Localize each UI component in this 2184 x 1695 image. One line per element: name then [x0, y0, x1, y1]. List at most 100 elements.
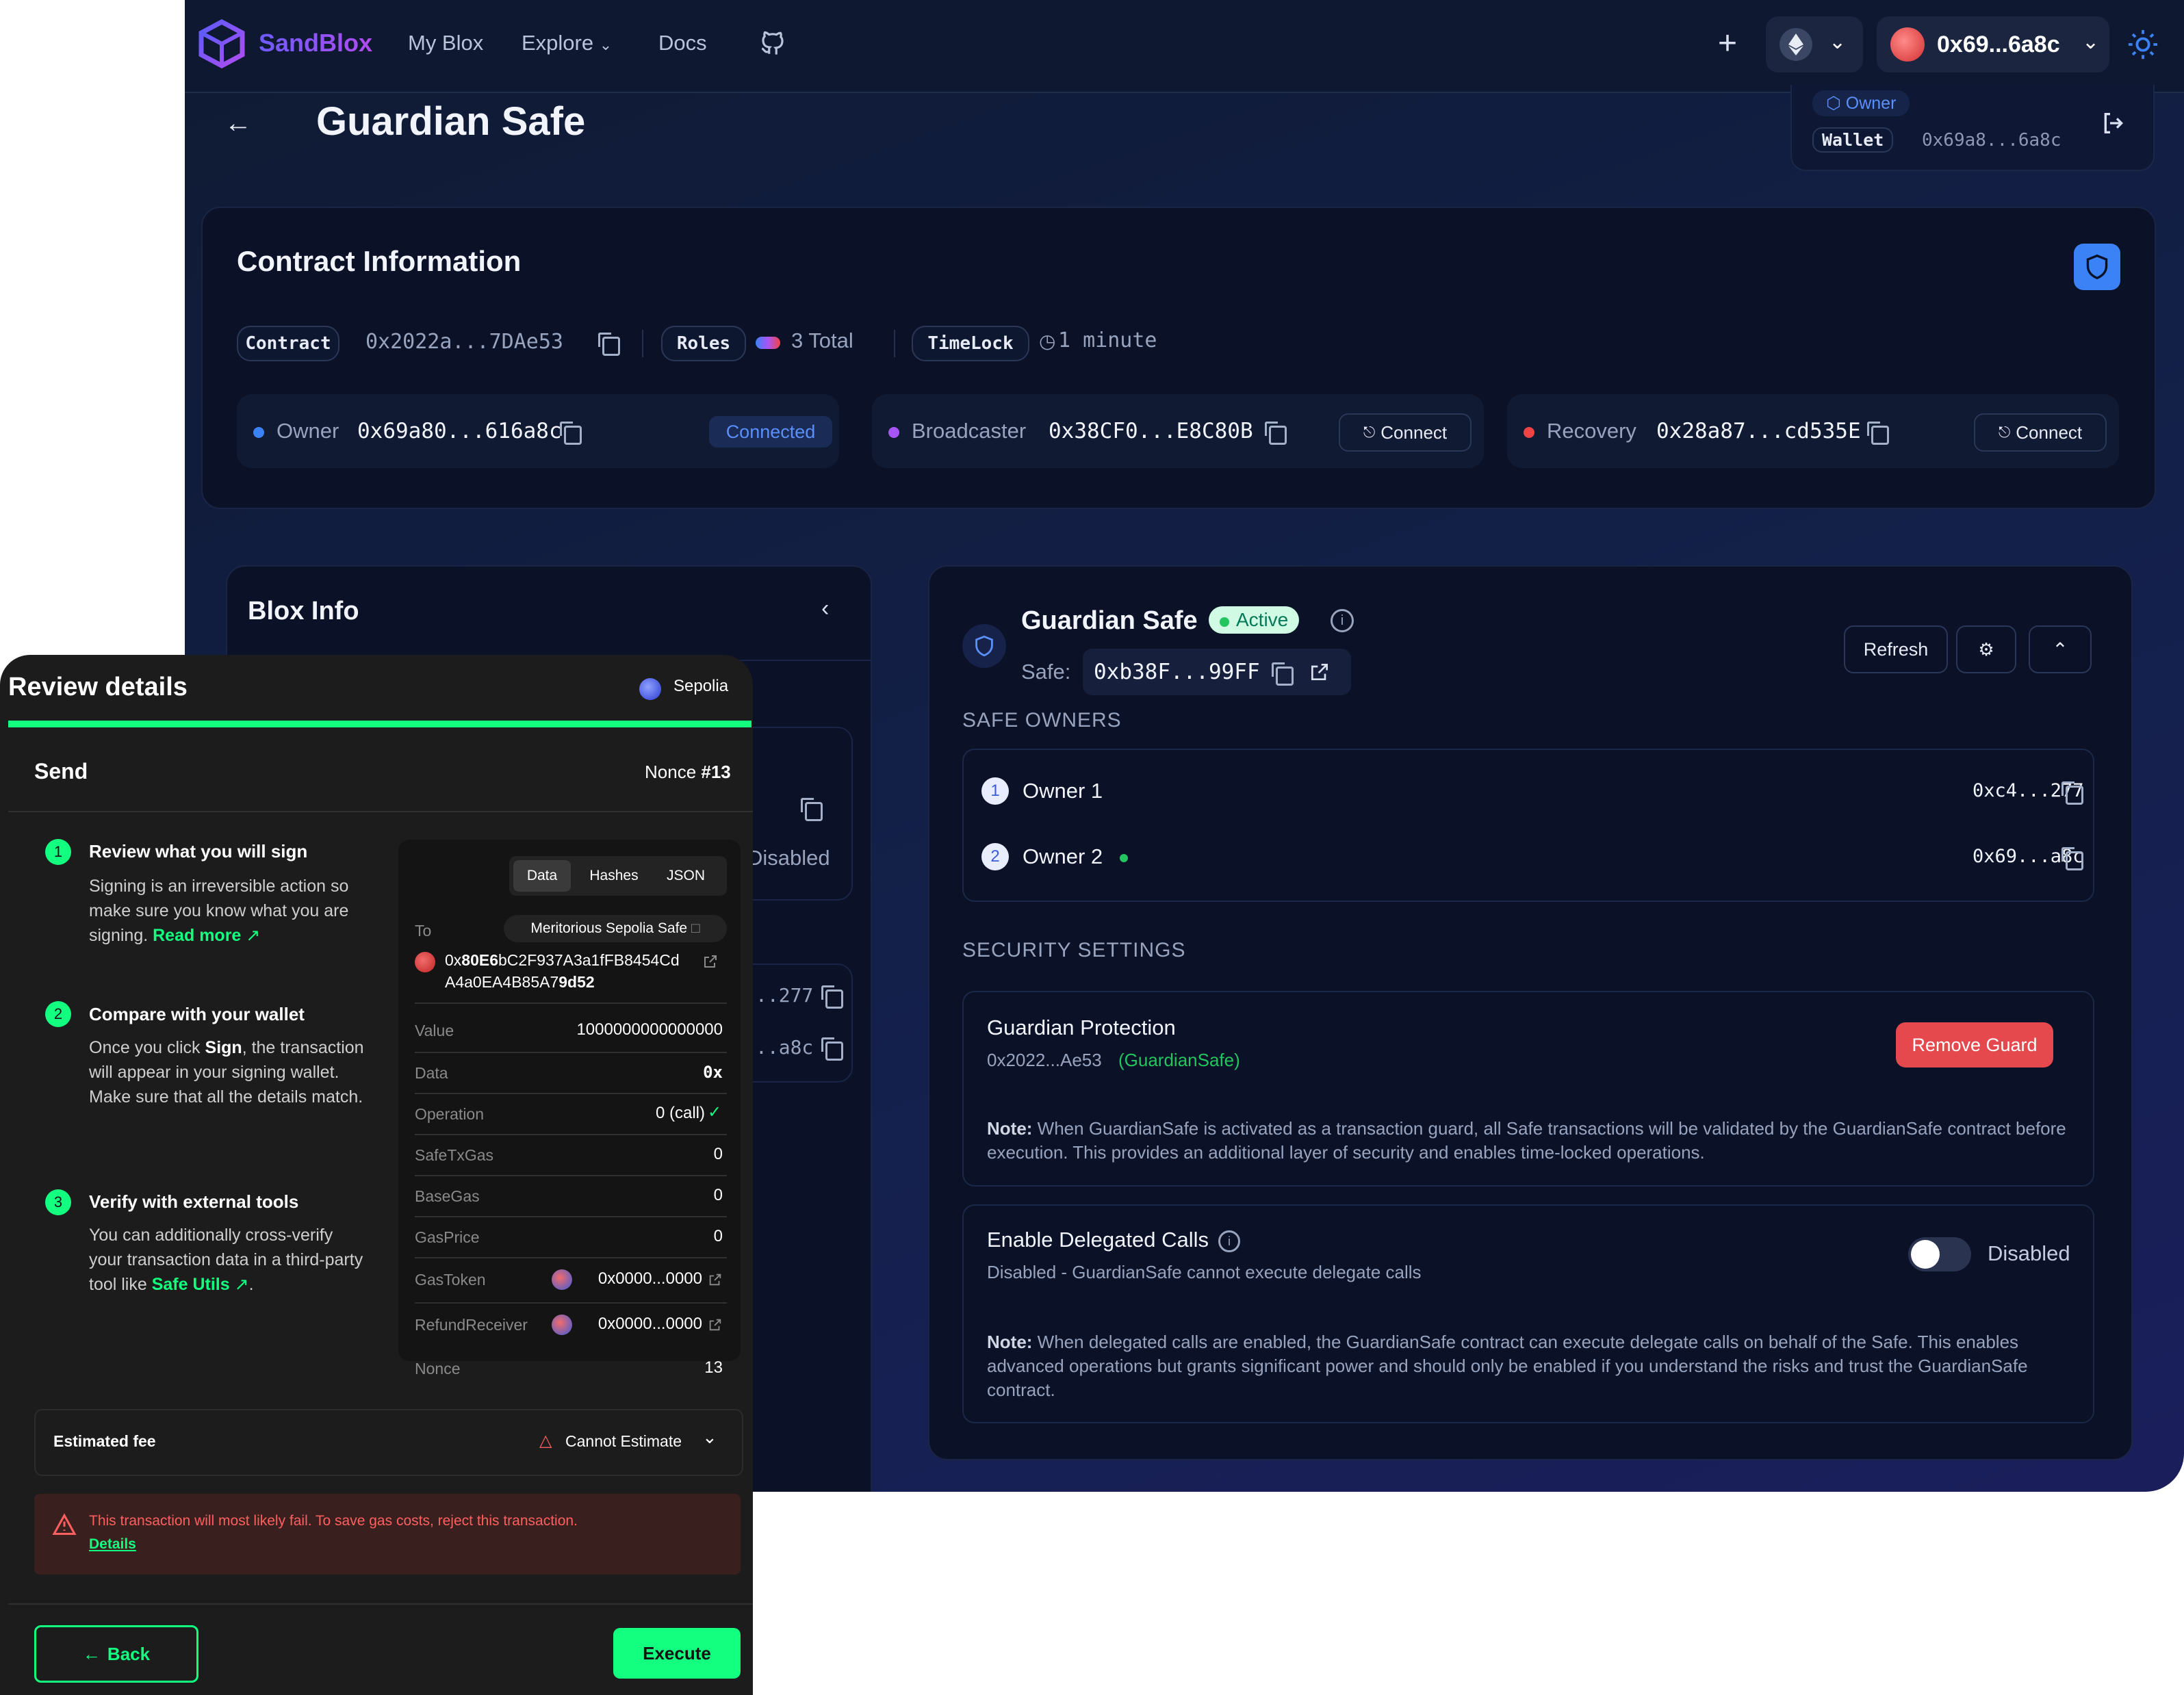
collapse-chevron-icon[interactable]: ‹	[821, 595, 829, 622]
data-tabs: Data Hashes JSON	[509, 856, 727, 896]
wallet-address: 0x69a8...6a8c	[1922, 130, 2061, 151]
warning-details-link[interactable]: Details	[89, 1536, 136, 1553]
collapse-button[interactable]: ⌃	[2029, 625, 2092, 673]
external-link-icon: ↗	[234, 1275, 249, 1294]
tx-row-label: Nonce	[415, 1360, 461, 1377]
tab-hashes[interactable]: Hashes	[582, 860, 646, 892]
copy-icon[interactable]	[1265, 422, 1287, 445]
role-badge: ⬡ Owner	[1812, 90, 1910, 116]
status-dot	[888, 427, 899, 438]
safe-label: Safe:	[1021, 660, 1071, 684]
copy-icon[interactable]	[1867, 422, 1889, 445]
remove-guard-button[interactable]: Remove Guard	[1896, 1022, 2053, 1068]
step-number: 1	[45, 839, 71, 865]
account-menu-button[interactable]: 0x69...6a8c ⌄	[1877, 16, 2109, 73]
nav-explore-label: Explore	[522, 31, 594, 55]
info-icon[interactable]: i	[1331, 609, 1354, 632]
role-address: 0x28a87...cd535E	[1656, 419, 1861, 443]
add-icon[interactable]: +	[1718, 25, 1737, 63]
sandblox-logo-icon[interactable]	[197, 19, 246, 68]
copy-icon[interactable]	[560, 422, 582, 445]
copy-icon[interactable]	[1272, 662, 1294, 686]
tx-row-value: 0 (call)	[655, 1104, 705, 1122]
tab-json[interactable]: JSON	[654, 860, 717, 892]
brand-name[interactable]: SandBlox	[259, 29, 372, 57]
copy-icon[interactable]	[821, 1037, 843, 1061]
review-details-modal: Review details Sepolia Send Nonce #13 1 …	[0, 655, 753, 1695]
theme-sun-icon[interactable]	[2127, 29, 2159, 60]
delegated-calls-toggle[interactable]	[1908, 1237, 1971, 1271]
warning-icon: △	[539, 1432, 552, 1450]
copy-icon[interactable]	[2061, 847, 2083, 870]
warning-text: This transaction will most likely fail. …	[89, 1513, 578, 1529]
copy-icon[interactable]	[2061, 781, 2083, 805]
contract-address: 0x2022a...7DAe53	[365, 330, 563, 354]
back-button[interactable]: ← Back	[34, 1625, 198, 1683]
connect-button[interactable]: ⎋ Connect	[1974, 413, 2107, 452]
chevron-down-icon: ⌄	[599, 36, 613, 53]
divider	[642, 330, 643, 357]
delegated-note: Note: When delegated calls are enabled, …	[987, 1330, 2068, 1402]
read-more-link[interactable]: Read more	[153, 926, 241, 945]
copy-icon[interactable]	[821, 985, 843, 1009]
copy-icon[interactable]	[801, 798, 823, 821]
roles-label: Roles	[661, 326, 746, 361]
toggle-state-label: Disabled	[1988, 1241, 2070, 1265]
note-label: Note:	[987, 1332, 1033, 1352]
external-link-icon[interactable]	[708, 1317, 723, 1332]
external-link-icon[interactable]	[708, 1272, 723, 1287]
tab-data[interactable]: Data	[513, 860, 571, 892]
shield-button[interactable]	[2074, 244, 2120, 290]
divider	[415, 1093, 727, 1094]
step-body-bold: Sign	[205, 1038, 242, 1057]
status-dot	[253, 427, 264, 438]
blox-info-title: Blox Info	[248, 597, 359, 625]
step-title: Compare with your wallet	[89, 1004, 305, 1024]
back-arrow-icon[interactable]: ←	[224, 108, 252, 139]
divider	[415, 1175, 727, 1176]
settings-sliders-button[interactable]: ⚙	[1956, 625, 2016, 673]
guardian-safe-title: Guardian Safe	[1021, 606, 1198, 635]
tx-row-label: GasPrice	[415, 1228, 480, 1246]
delegated-calls-title: Enable Delegated Calls	[987, 1228, 1209, 1252]
external-link-icon[interactable]	[702, 953, 719, 970]
tx-row-value: 0	[713, 1227, 723, 1245]
role-address: 0x38CF0...E8C80B	[1049, 419, 1253, 443]
github-icon[interactable]	[758, 29, 787, 57]
link-icon: ⎋	[1363, 424, 1376, 441]
address-part: 0x	[445, 951, 462, 969]
chevron-down-icon: ⌄	[702, 1427, 717, 1447]
partial-owner-address: ..a8c	[756, 1036, 814, 1059]
safe-address-box: 0xb38F...99FF	[1083, 649, 1351, 695]
progress-track	[8, 721, 751, 727]
step-body: Signing is an irreversible action so mak…	[89, 874, 370, 948]
connected-dot	[1120, 854, 1128, 862]
network-selector[interactable]: ⌄	[1766, 16, 1863, 73]
nav-docs[interactable]: Docs	[658, 31, 707, 55]
delegated-calls-subtitle: Disabled - GuardianSafe cannot execute d…	[987, 1262, 1422, 1282]
estimated-fee-row[interactable]: Estimated fee △ Cannot Estimate ⌄	[34, 1409, 743, 1476]
nav-my-blox[interactable]: My Blox	[408, 31, 483, 55]
role-name: Owner	[277, 419, 339, 443]
nav-explore[interactable]: Explore ⌄	[522, 31, 612, 55]
guardian-protection-card: Guardian Protection 0x2022...Ae53 (Guard…	[962, 991, 2094, 1187]
safe-address: 0xb38F...99FF	[1094, 660, 1260, 684]
shield-icon	[975, 635, 993, 657]
refresh-button[interactable]: Refresh	[1844, 625, 1948, 673]
ethereum-diamond-icon	[1788, 34, 1803, 55]
guardian-note: Note: When GuardianSafe is activated as …	[987, 1117, 2068, 1165]
external-link-icon[interactable]	[1309, 661, 1331, 683]
security-settings-heading: SECURITY SETTINGS	[962, 939, 1186, 961]
roles-count: 3 Total	[791, 328, 853, 352]
address-part: A4a0EA4B85A7	[445, 973, 559, 991]
page-title: Guardian Safe	[316, 99, 586, 144]
safe-utils-link[interactable]: Safe Utils	[152, 1275, 230, 1294]
execute-button[interactable]: Execute	[613, 1628, 741, 1679]
info-icon[interactable]: i	[1218, 1230, 1240, 1252]
connect-button[interactable]: ⎋ Connect	[1339, 413, 1472, 452]
logout-icon[interactable]	[2100, 109, 2127, 137]
copy-icon[interactable]: □	[691, 920, 700, 937]
copy-icon[interactable]	[598, 333, 620, 356]
tx-row-value: 0	[713, 1186, 723, 1204]
account-avatar	[1890, 27, 1925, 62]
